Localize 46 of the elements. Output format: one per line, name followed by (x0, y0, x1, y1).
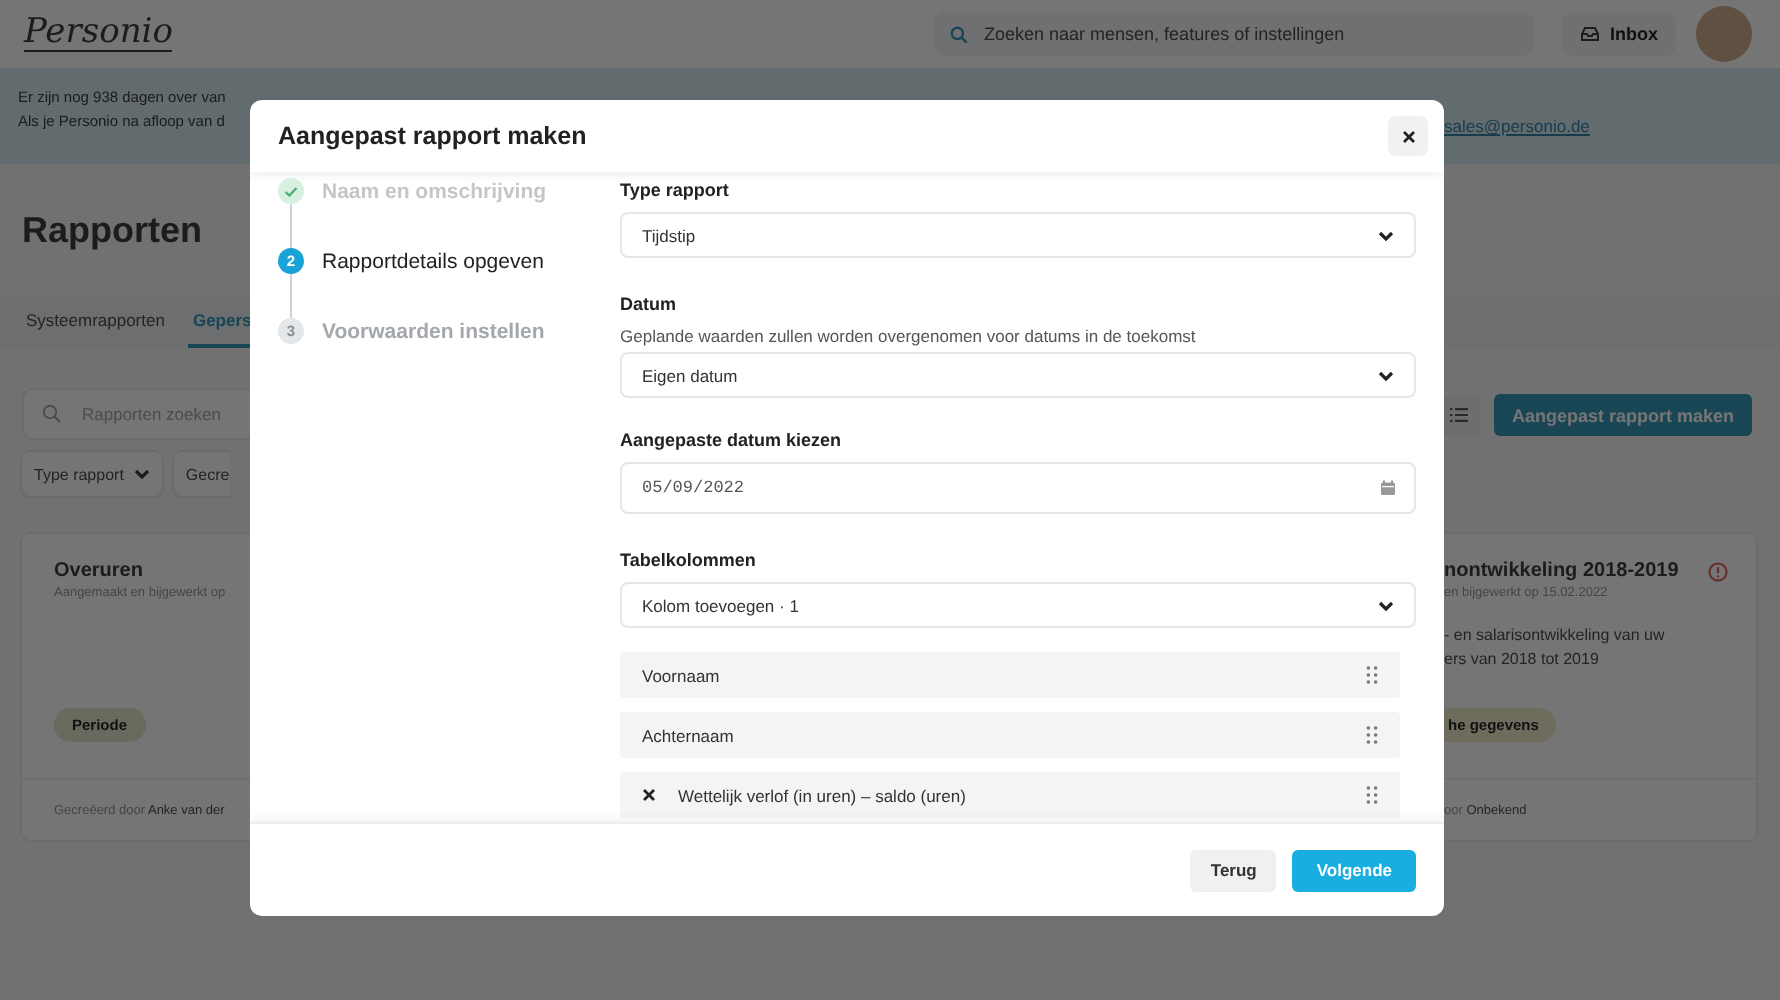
field-label: Type rapport (620, 180, 731, 200)
tab[interactable]: Systeemrapporten (22, 296, 169, 348)
date-input-field[interactable]: 05/09/2022 (620, 462, 1416, 514)
card-title: nontwikkeling 2018-2019 (1444, 560, 1679, 582)
close-button[interactable] (1388, 116, 1428, 156)
column-item[interactable]: Wettelijk verlof (in uren) – saldo (uren) (620, 772, 1400, 818)
filter-dropdown[interactable]: Type rapport (20, 450, 164, 498)
close-icon (642, 788, 656, 802)
report-type-select[interactable]: Tijdstip (620, 212, 1416, 258)
field-label: Aangepaste datum kiezen (620, 430, 844, 450)
step-label[interactable]: Rapportdetails opgeven (322, 249, 544, 273)
drag-handle-icon[interactable] (1366, 726, 1378, 744)
chevron-down-icon (1378, 599, 1394, 611)
field-label: Datum (620, 294, 679, 314)
column-item[interactable]: Voornaam (620, 652, 1400, 698)
list-icon (1449, 408, 1467, 422)
global-search-field[interactable]: Zoeken naar mensen, features of instellingen (934, 12, 1534, 56)
add-column-select[interactable]: Kolom toevoegen · 1 (620, 582, 1416, 628)
drag-handle-icon[interactable] (1366, 666, 1378, 684)
dialog-title: Aangepast rapport maken (278, 122, 587, 150)
close-icon (1401, 129, 1415, 143)
email-link[interactable]: sales@personio.de (1444, 116, 1590, 136)
remove-button[interactable] (642, 788, 656, 802)
next-button[interactable]: Volgende (1292, 849, 1416, 891)
chevron-down-icon (1378, 229, 1394, 241)
back-button[interactable]: Terug (1190, 849, 1277, 891)
card-description: ers van 2018 tot 2019 (1444, 648, 1601, 672)
card-description: - en salarisontwikkeling van uw (1444, 624, 1667, 648)
create-report-button[interactable]: Aangepast rapport maken (1494, 394, 1753, 436)
page-title: Rapporten (20, 209, 204, 251)
step-done-icon (278, 178, 304, 204)
column-item[interactable]: Achternaam (620, 712, 1400, 758)
logo[interactable]: Personio (24, 16, 173, 52)
drag-handle-icon[interactable] (1366, 786, 1378, 804)
search-icon (950, 25, 968, 43)
field-label: Tabelkolommen (620, 550, 758, 570)
chevron-down-icon (133, 468, 150, 480)
inbox-icon (1580, 26, 1600, 42)
step-label[interactable]: Voorwaarden instellen (322, 319, 545, 343)
inbox-button[interactable]: Inbox (1562, 12, 1676, 56)
date-select[interactable]: Eigen datum (620, 352, 1416, 398)
chevron-down-icon (1378, 369, 1394, 381)
field-hint: Geplande waarden zullen worden overgenomen voor datums in de toekomst (620, 326, 1198, 346)
filter-dropdown[interactable]: Gecre (171, 450, 230, 498)
card-title: Overuren (54, 560, 143, 582)
search-icon (42, 404, 62, 424)
